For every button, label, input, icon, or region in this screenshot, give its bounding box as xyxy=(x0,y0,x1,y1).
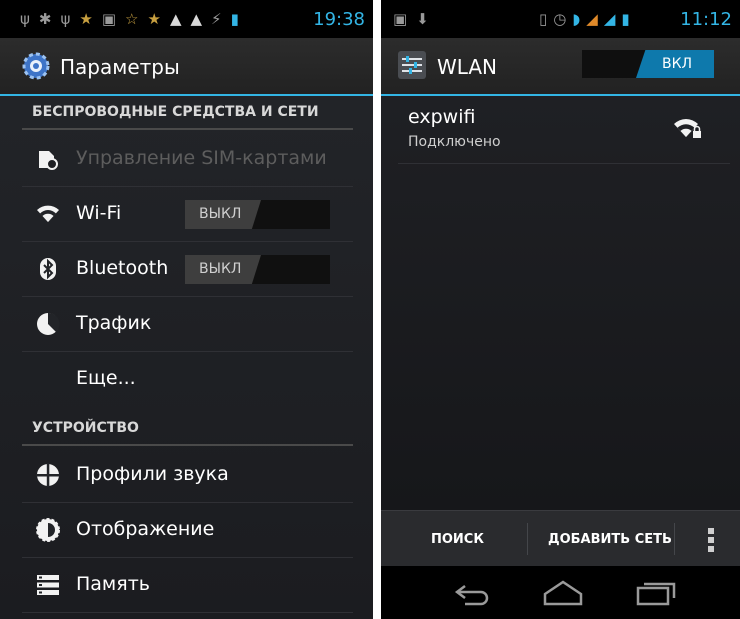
battery-icon: ▮ xyxy=(230,10,239,28)
warning-icon: ▲ xyxy=(169,10,182,28)
notification-icons: ψ ✱ ψ ★ ▣ ☆ ★ ▲ ▲ ⚡ ▮ xyxy=(20,0,239,38)
signal-icon: ◢ xyxy=(586,10,598,28)
wifi-item[interactable]: Wi-Fi ВЫКЛ xyxy=(22,187,353,242)
wifi-toggle-state: ВЫКЛ xyxy=(199,206,242,222)
android-debug-icon: ✱ xyxy=(38,10,52,28)
add-network-button[interactable]: ДОБАВИТЬ СЕТЬ xyxy=(548,511,672,567)
bottom-action-bar: ПОИСК ДОБАВИТЬ СЕТЬ xyxy=(381,510,740,567)
settings-gear-icon[interactable] xyxy=(22,52,50,80)
status-time: 19:38 xyxy=(313,9,365,30)
alarm-icon: ◷ xyxy=(553,10,567,28)
action-bar: WLAN ВКЛ xyxy=(381,38,740,96)
network-item[interactable]: expwifi Подключено xyxy=(398,96,730,164)
usb-icon: ψ xyxy=(20,10,30,28)
back-icon[interactable] xyxy=(451,578,495,608)
sim-management-label: Управление SIM-картами xyxy=(76,147,327,169)
settings-screen: ψ ✱ ψ ★ ▣ ☆ ★ ▲ ▲ ⚡ ▮ 19:38 Параметры БЕ… xyxy=(0,0,373,619)
display-label: Отображение xyxy=(76,518,215,540)
wlan-screen: ▣ ⬇ ▯ ◷ ◗ ◢ ◢ ▮ 11:12 WLAN ВКЛ expwifi П… xyxy=(381,0,740,619)
wlan-master-toggle[interactable]: ВКЛ xyxy=(582,50,714,78)
action-bar: Параметры xyxy=(0,38,373,96)
usb-icon: ψ xyxy=(60,10,71,28)
storage-item[interactable]: Память xyxy=(22,558,353,613)
bluetooth-toggle[interactable]: ВЫКЛ xyxy=(185,255,330,284)
wifi-icon xyxy=(37,205,59,222)
storage-label: Память xyxy=(76,573,150,595)
section-header-wireless: БЕСПРОВОДНЫЕ СРЕДСТВА И СЕТИ xyxy=(22,96,353,130)
section-header-device: УСТРОЙСТВО xyxy=(22,412,353,446)
vibrate-icon: ▯ xyxy=(539,10,548,28)
recent-apps-icon[interactable] xyxy=(634,578,678,608)
more-item[interactable]: Еще... xyxy=(22,352,353,407)
bluetooth-item[interactable]: Bluetooth ВЫКЛ xyxy=(22,242,353,297)
traffic-item[interactable]: Трафик xyxy=(22,297,353,352)
star-icon: ☆ xyxy=(125,10,139,28)
wlan-toggle-state: ВКЛ xyxy=(662,56,693,72)
wlan-settings-icon[interactable] xyxy=(397,50,427,80)
system-icons: ▯ ◷ ◗ ◢ ◢ ▮ xyxy=(539,0,630,38)
sound-icon xyxy=(36,463,60,487)
more-label: Еще... xyxy=(76,367,136,389)
star-icon: ★ xyxy=(79,10,93,28)
sim-management-item[interactable]: Управление SIM-картами xyxy=(22,132,353,187)
traffic-label: Трафик xyxy=(76,312,152,334)
warning-icon: ▲ xyxy=(190,10,203,28)
star-icon: ★ xyxy=(147,10,161,28)
sound-profiles-label: Профили звука xyxy=(76,463,229,485)
settings-list: БЕСПРОВОДНЫЕ СРЕДСТВА И СЕТИ Управление … xyxy=(0,96,373,619)
storage-icon xyxy=(37,575,59,595)
network-list: expwifi Подключено xyxy=(381,96,740,510)
page-title: Параметры xyxy=(60,55,180,79)
network-name: expwifi xyxy=(408,106,476,128)
traffic-icon xyxy=(37,312,60,335)
bluetooth-toggle-state: ВЫКЛ xyxy=(199,261,242,277)
bluetooth-icon xyxy=(40,258,56,280)
status-bar: ψ ✱ ψ ★ ▣ ☆ ★ ▲ ▲ ⚡ ▮ 19:38 xyxy=(0,0,373,38)
display-icon xyxy=(36,518,60,542)
network-status: Подключено xyxy=(408,134,501,150)
charging-icon: ⚡ xyxy=(211,10,222,28)
navigation-bar xyxy=(381,566,740,619)
search-button[interactable]: ПОИСК xyxy=(431,511,484,567)
divider xyxy=(527,523,528,555)
wifi-label: Wi-Fi xyxy=(76,202,122,224)
image-icon: ▣ xyxy=(393,10,408,28)
wifi-icon: ◗ xyxy=(572,10,581,28)
status-time: 11:12 xyxy=(680,9,732,30)
wifi-toggle[interactable]: ВЫКЛ xyxy=(185,200,330,229)
overflow-menu-icon[interactable] xyxy=(706,527,716,553)
signal-icon: ◢ xyxy=(603,10,616,28)
sound-profiles-item[interactable]: Профили звука xyxy=(22,448,353,503)
notification-icons: ▣ ⬇ xyxy=(393,0,429,38)
battery-icon: ▮ xyxy=(621,10,630,28)
page-title: WLAN xyxy=(437,55,498,79)
status-bar: ▣ ⬇ ▯ ◷ ◗ ◢ ◢ ▮ 11:12 xyxy=(381,0,740,38)
display-item[interactable]: Отображение xyxy=(22,503,353,558)
divider xyxy=(674,523,675,555)
bluetooth-label: Bluetooth xyxy=(76,257,169,279)
home-icon[interactable] xyxy=(541,578,585,608)
download-icon: ⬇ xyxy=(416,10,429,28)
wifi-lock-icon xyxy=(674,119,701,138)
image-icon: ▣ xyxy=(101,10,117,28)
sim-icon xyxy=(39,151,58,170)
